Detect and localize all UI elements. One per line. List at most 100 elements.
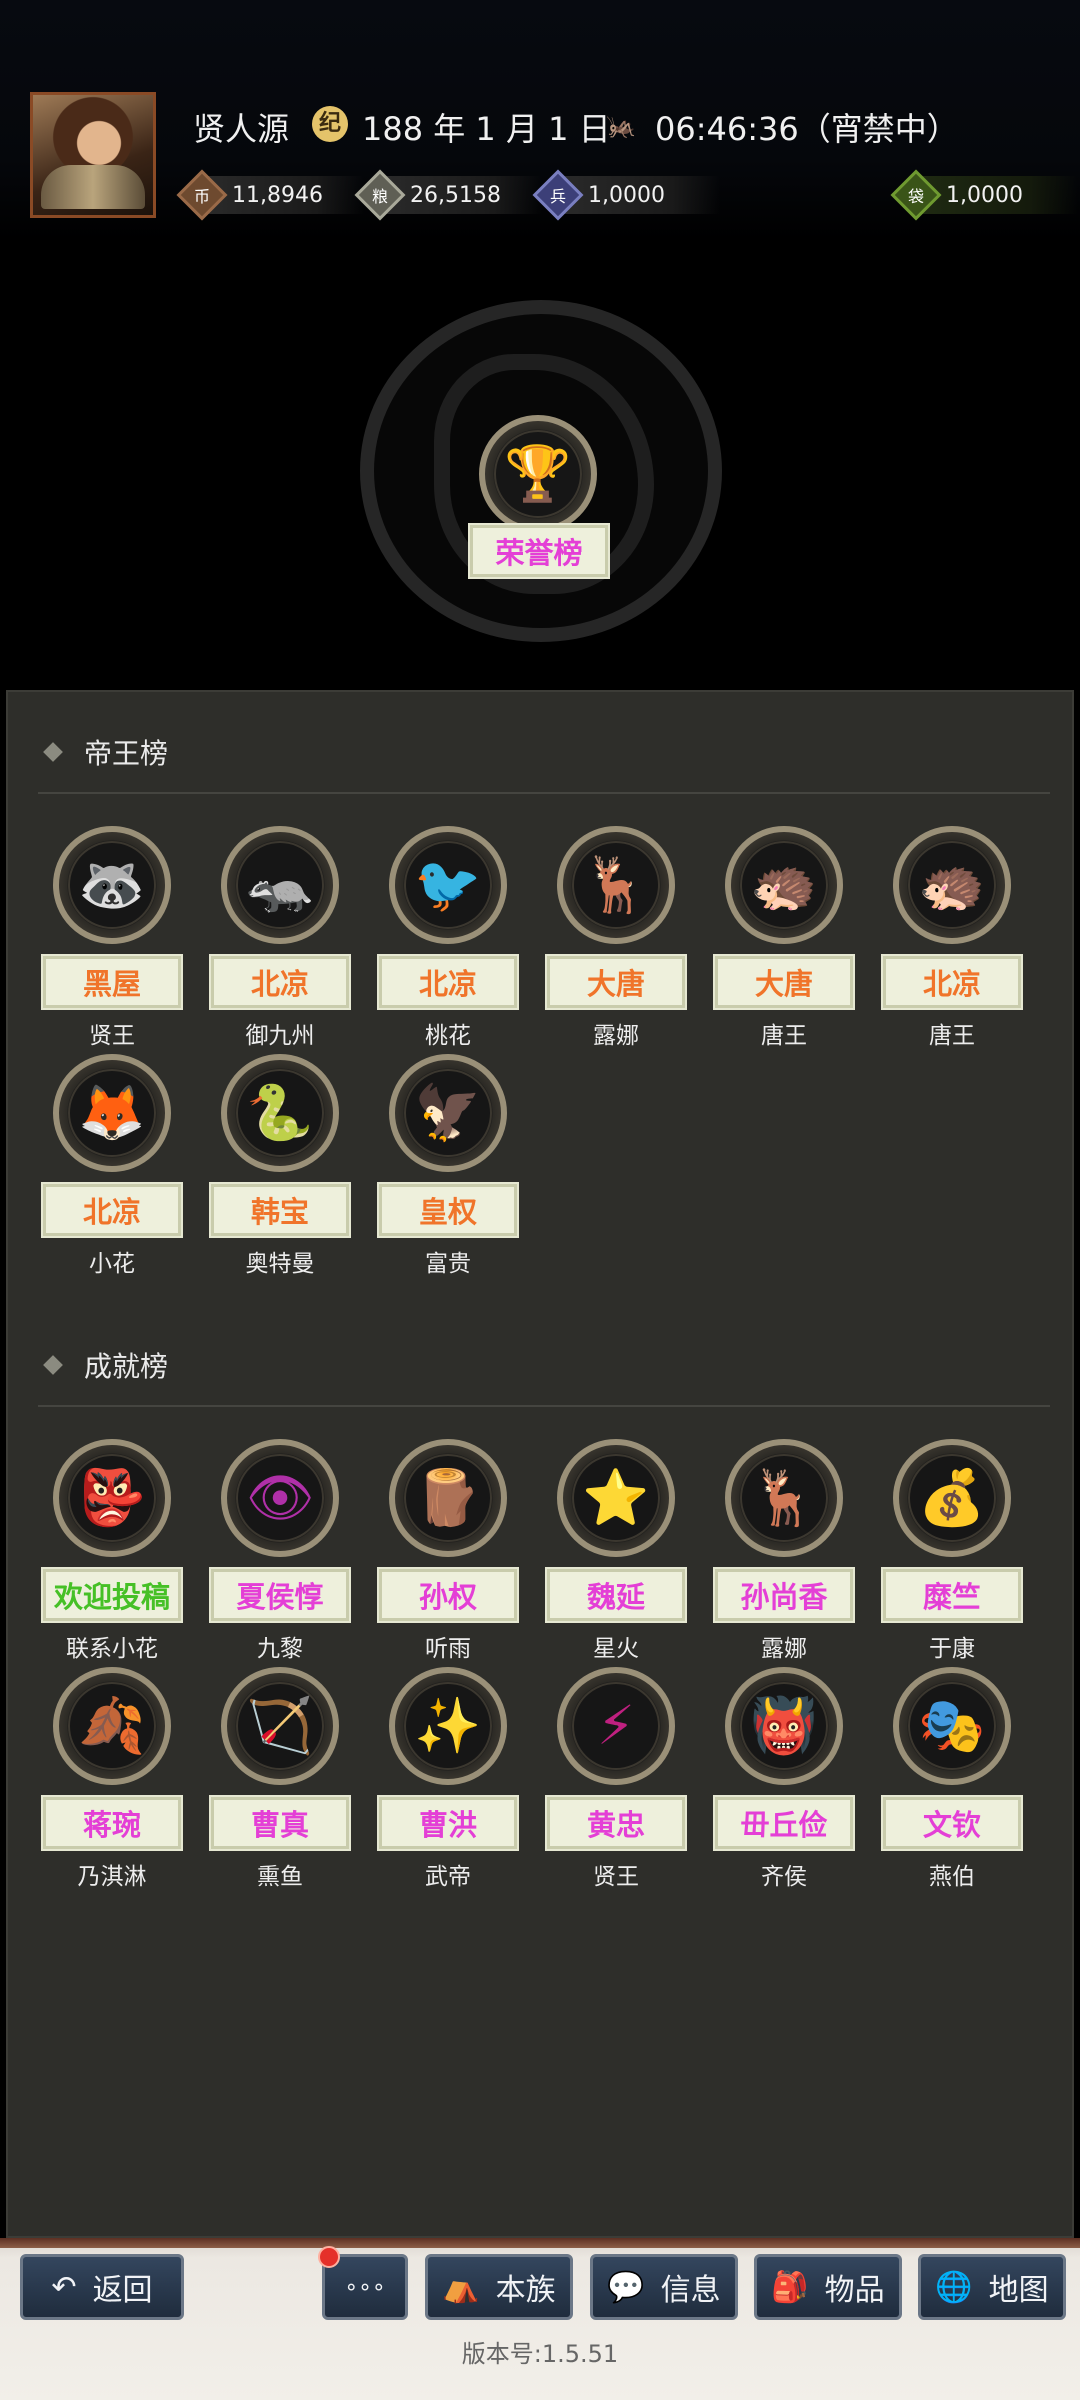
resource-value: 1,0000 [588, 182, 665, 208]
faction-tag[interactable]: 夏侯惇 [209, 1567, 351, 1623]
player-name: 九黎 [257, 1636, 303, 1662]
rank-emblem[interactable]: 👹 [725, 1667, 843, 1785]
resource-pouch[interactable]: 袋 1,0000 [890, 169, 1078, 221]
map-button[interactable]: 🌐 地图 [918, 2254, 1066, 2320]
deer-icon: 🦌 [572, 841, 660, 929]
faction-tag[interactable]: 韩宝 [209, 1182, 351, 1238]
faction-tag[interactable]: 北凉 [209, 954, 351, 1010]
player-avatar[interactable] [30, 92, 156, 218]
rank-emblem[interactable]: 🏹 [221, 1667, 339, 1785]
rank-emblem[interactable]: 🦌 [557, 826, 675, 944]
faction-tag[interactable]: 蒋琬 [41, 1795, 183, 1851]
rank-emblem[interactable]: 🦅 [389, 1054, 507, 1172]
clan-icon: ⛺ [442, 2269, 480, 2305]
rank-entry[interactable]: 👺 欢迎投稿 联系小花 [28, 1439, 196, 1662]
rank-emblem[interactable]: ⚡ [557, 1667, 675, 1785]
rank-entry[interactable]: 🦌 孙尚香 露娜 [700, 1439, 868, 1662]
resource-soldier[interactable]: 兵 1,0000 [532, 169, 720, 221]
rank-entry[interactable]: 🦡 北凉 御九州 [196, 826, 364, 1049]
faction-tag[interactable]: 北凉 [377, 954, 519, 1010]
game-time: 06:46:36（宵禁中） [655, 110, 959, 148]
rank-emblem[interactable]: 🦌 [725, 1439, 843, 1557]
faction-tag[interactable]: 糜竺 [881, 1567, 1023, 1623]
rank-emblem[interactable]: 🦝 [53, 826, 171, 944]
faction-tag[interactable]: 毌丘俭 [713, 1795, 855, 1851]
back-button[interactable]: ↶ 返回 [20, 2254, 184, 2320]
faction-tag[interactable]: 孙尚香 [713, 1567, 855, 1623]
button-label: 本族 [495, 2273, 556, 2308]
rank-emblem[interactable]: ⭐ [557, 1439, 675, 1557]
player-name: 桃花 [425, 1023, 471, 1049]
ranking-panel: 帝王榜 🦝 黑屋 贤王 🦡 北凉 御九州 🐦 北凉 桃花 🦌 大唐 露娜 🦔 大唐 唐王 🦔 北凉 唐王 🦊 北凉 小花… [6, 690, 1074, 2238]
leaf-icon: 🍂 [68, 1682, 156, 1770]
faction-tag[interactable]: 魏延 [545, 1567, 687, 1623]
faction-tag[interactable]: 文钦 [881, 1795, 1023, 1851]
mask-icon: 👹 [740, 1682, 828, 1770]
items-icon: 🎒 [771, 2269, 809, 2305]
faction-tag[interactable]: 皇权 [377, 1182, 519, 1238]
player-name: 听雨 [425, 1636, 471, 1662]
faction-tag[interactable]: 北凉 [881, 954, 1023, 1010]
faction-tag[interactable]: 黄忠 [545, 1795, 687, 1851]
faction-tag[interactable]: 大唐 [545, 954, 687, 1010]
player-name: 乃淇淋 [77, 1864, 147, 1890]
badger-icon: 🦡 [236, 841, 324, 929]
rank-entry[interactable]: 🦝 黑屋贤王 [28, 826, 196, 1049]
resource-grain[interactable]: 粮 26,5158 [354, 169, 542, 221]
resource-value: 11,8946 [232, 182, 323, 208]
player-name: 贤人源 [193, 110, 290, 148]
rank-entry[interactable]: 🐦 北凉桃花 [364, 826, 532, 1049]
rank-entry[interactable]: 🐍 韩宝奥特曼 [196, 1054, 364, 1277]
rank-entry[interactable]: 🪵 孙权听雨 [364, 1439, 532, 1662]
faction-tag[interactable]: 曹洪 [377, 1795, 519, 1851]
notification-dot [318, 2246, 340, 2268]
items-button[interactable]: 🎒 物品 [754, 2254, 902, 2320]
faction-tag[interactable]: 黑屋 [41, 954, 183, 1010]
rank-emblem[interactable]: 🦔 [725, 826, 843, 944]
rank-entry[interactable]: 🦊 北凉小花 [28, 1054, 196, 1277]
rank-entry[interactable]: 👁 夏侯惇九黎 [196, 1439, 364, 1662]
rank-emblem[interactable]: 🪵 [389, 1439, 507, 1557]
rank-entry[interactable]: ⭐ 魏延 星火 [532, 1439, 700, 1662]
rank-emblem[interactable]: 🦊 [53, 1054, 171, 1172]
faction-tag[interactable]: 大唐 [713, 954, 855, 1010]
faction-tag[interactable]: 曹真 [209, 1795, 351, 1851]
message-icon: 💬 [607, 2269, 645, 2305]
rank-emblem[interactable]: ✨ [389, 1667, 507, 1785]
rank-entry[interactable]: 👹 毌丘俭 齐侯 [700, 1667, 868, 1890]
rank-emblem[interactable]: 💰 [893, 1439, 1011, 1557]
player-name: 贤王 [89, 1023, 135, 1049]
button-label: 返回 [92, 2273, 153, 2308]
rank-entry[interactable]: 🏹 曹真 熏鱼 [196, 1667, 364, 1890]
rank-emblem[interactable]: 🦡 [221, 826, 339, 944]
player-name: 小花 [89, 1251, 135, 1277]
rank-entry[interactable]: 🦔 北凉 唐王 [868, 826, 1036, 1049]
clan-button[interactable]: ⛺ 本族 [425, 2254, 573, 2320]
faction-tag[interactable]: 欢迎投稿 [41, 1567, 183, 1623]
rank-emblem[interactable]: 🦔 [893, 826, 1011, 944]
player-name: 唐王 [761, 1023, 807, 1049]
rank-entry[interactable]: ✨ 曹洪 武帝 [364, 1667, 532, 1890]
rank-emblem[interactable]: 👁 [221, 1439, 339, 1557]
rank-entry[interactable]: 🍂 蒋琬乃淇淋 [28, 1667, 196, 1890]
rank-emblem[interactable]: 🍂 [53, 1667, 171, 1785]
message-button[interactable]: 💬 信息 [590, 2254, 738, 2320]
rank-emblem[interactable]: 🐦 [389, 826, 507, 944]
rank-entry[interactable]: ⚡ 黄忠 贤王 [532, 1667, 700, 1890]
rank-entry[interactable]: 🦔 大唐唐王 [700, 826, 868, 1049]
rank-emblem[interactable]: 🎭 [893, 1667, 1011, 1785]
rank-entry[interactable]: 🎭 文钦 燕伯 [868, 1667, 1036, 1890]
honor-board-label-button[interactable]: 荣誉榜 [468, 523, 610, 579]
rank-emblem[interactable]: 👺 [53, 1439, 171, 1557]
calendar-seal-icon: 纪 [312, 106, 348, 142]
rank-entry[interactable]: 💰 糜竺 于康 [868, 1439, 1036, 1662]
faction-tag[interactable]: 北凉 [41, 1182, 183, 1238]
honor-board-button[interactable]: 🏆 [479, 415, 601, 533]
player-name: 露娜 [593, 1023, 639, 1049]
rank-entry[interactable]: 🦅 皇权 富贵 [364, 1054, 532, 1277]
resource-coin[interactable]: 币 11,8946 [176, 169, 364, 221]
player-name: 奥特曼 [245, 1251, 315, 1277]
rank-emblem[interactable]: 🐍 [221, 1054, 339, 1172]
faction-tag[interactable]: 孙权 [377, 1567, 519, 1623]
rank-entry[interactable]: 🦌 大唐露娜 [532, 826, 700, 1049]
